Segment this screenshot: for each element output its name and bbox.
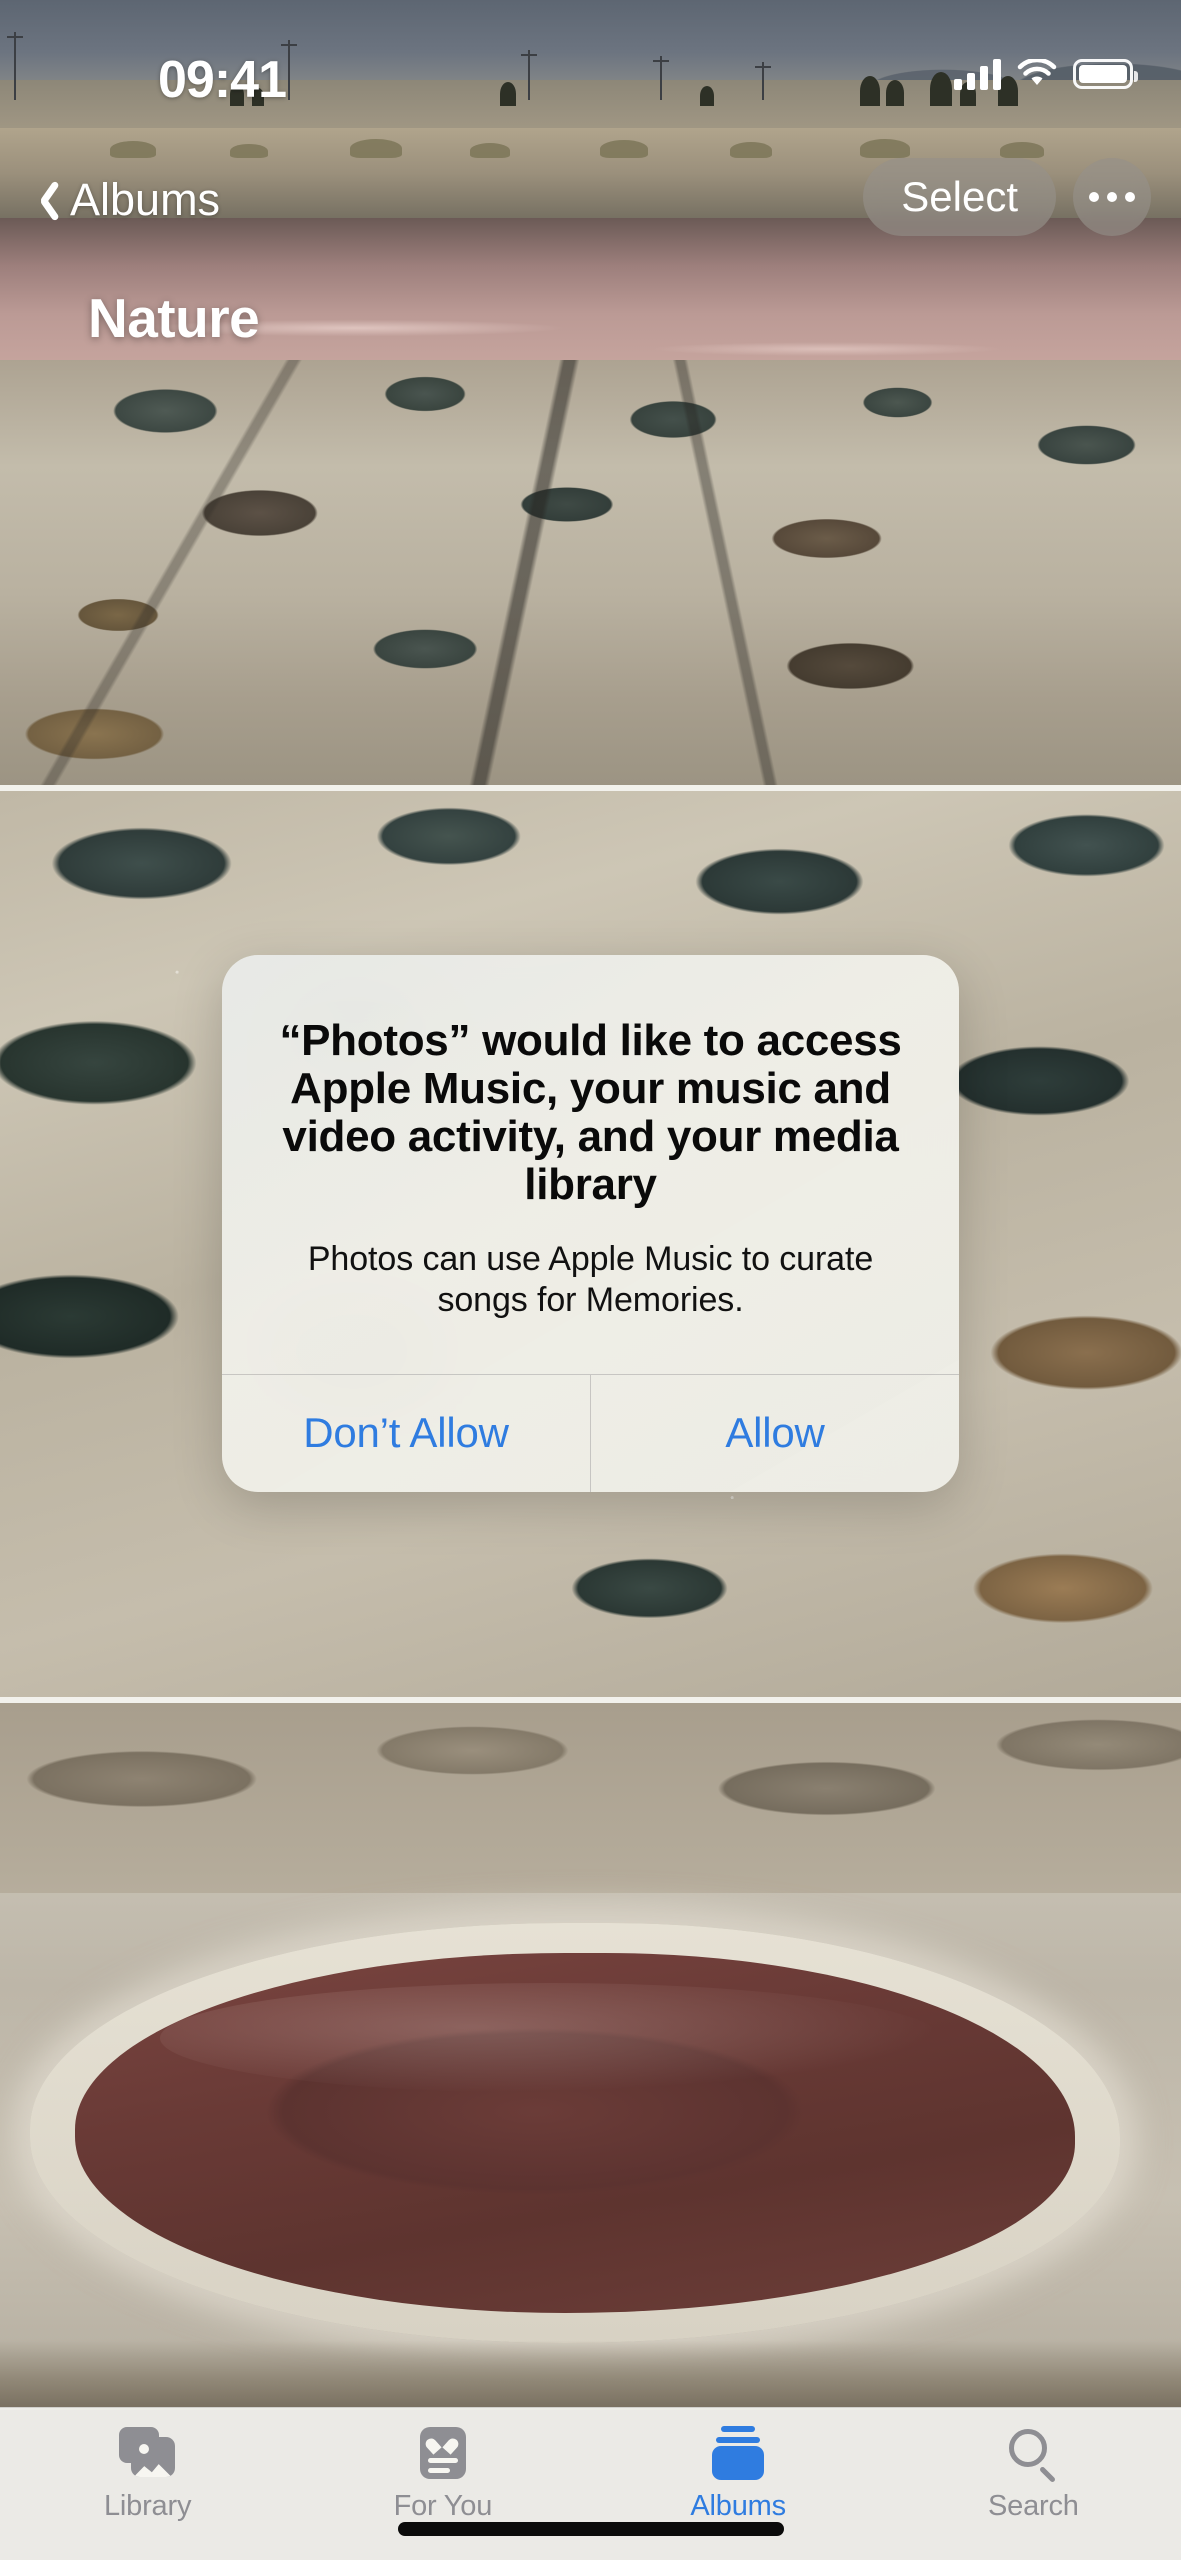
- tab-bar: Library For You Albums Search: [0, 2407, 1181, 2560]
- chevron-left-icon: [30, 178, 56, 222]
- nav-actions: Select: [863, 158, 1151, 236]
- photo-thumbnail[interactable]: [0, 1703, 1181, 2410]
- navigation-bar: Albums Select: [0, 158, 1181, 270]
- photo-thumbnail[interactable]: [0, 0, 1181, 785]
- photo-pool-sheen: [160, 1983, 940, 2093]
- photo-utility-poles: [0, 30, 1181, 100]
- tab-search[interactable]: Search: [886, 2408, 1181, 2560]
- tab-label: Library: [104, 2490, 192, 2522]
- home-indicator[interactable]: [397, 2522, 784, 2536]
- permission-alert-dialog: “Photos” would like to access Apple Musi…: [222, 955, 959, 1492]
- alert-message: Photos can use Apple Music to curate son…: [307, 1239, 874, 1320]
- tab-label: For You: [393, 2490, 493, 2522]
- alert-actions: Don’t Allow Allow: [222, 1373, 959, 1492]
- magnifier-icon: [1002, 2422, 1064, 2484]
- alert-title: “Photos” would like to access Apple Musi…: [279, 1016, 902, 1209]
- dont-allow-button[interactable]: Don’t Allow: [222, 1375, 590, 1492]
- tab-albums[interactable]: Albums: [591, 2408, 886, 2560]
- photo-rock-ridge: [0, 1703, 1181, 1893]
- tab-library[interactable]: Library: [0, 2408, 295, 2560]
- more-options-button[interactable]: [1073, 158, 1151, 236]
- select-button[interactable]: Select: [863, 158, 1056, 236]
- photo-stack-icon: [117, 2422, 179, 2484]
- back-button[interactable]: Albums: [30, 160, 220, 240]
- back-button-label: Albums: [70, 174, 221, 225]
- tab-for-you[interactable]: For You: [295, 2408, 590, 2560]
- alert-content: “Photos” would like to access Apple Musi…: [222, 955, 959, 1374]
- tab-label: Albums: [690, 2490, 786, 2522]
- allow-button[interactable]: Allow: [590, 1374, 959, 1492]
- iphone-screen: 09:41 Albums Select Nature “Photos” woul…: [0, 0, 1181, 2560]
- album-title: Nature: [88, 287, 260, 349]
- photo-bottom-shadow: [0, 2340, 1181, 2410]
- albums-stack-icon: [707, 2422, 769, 2484]
- tab-label: Search: [988, 2490, 1079, 2522]
- ellipsis-icon: [1125, 192, 1135, 202]
- ellipsis-icon: [1107, 192, 1117, 202]
- photo-shrubs: [0, 118, 1181, 158]
- photo-ground-cracks: [0, 360, 1181, 785]
- heart-card-icon: [412, 2422, 474, 2484]
- ellipsis-icon: [1089, 192, 1099, 202]
